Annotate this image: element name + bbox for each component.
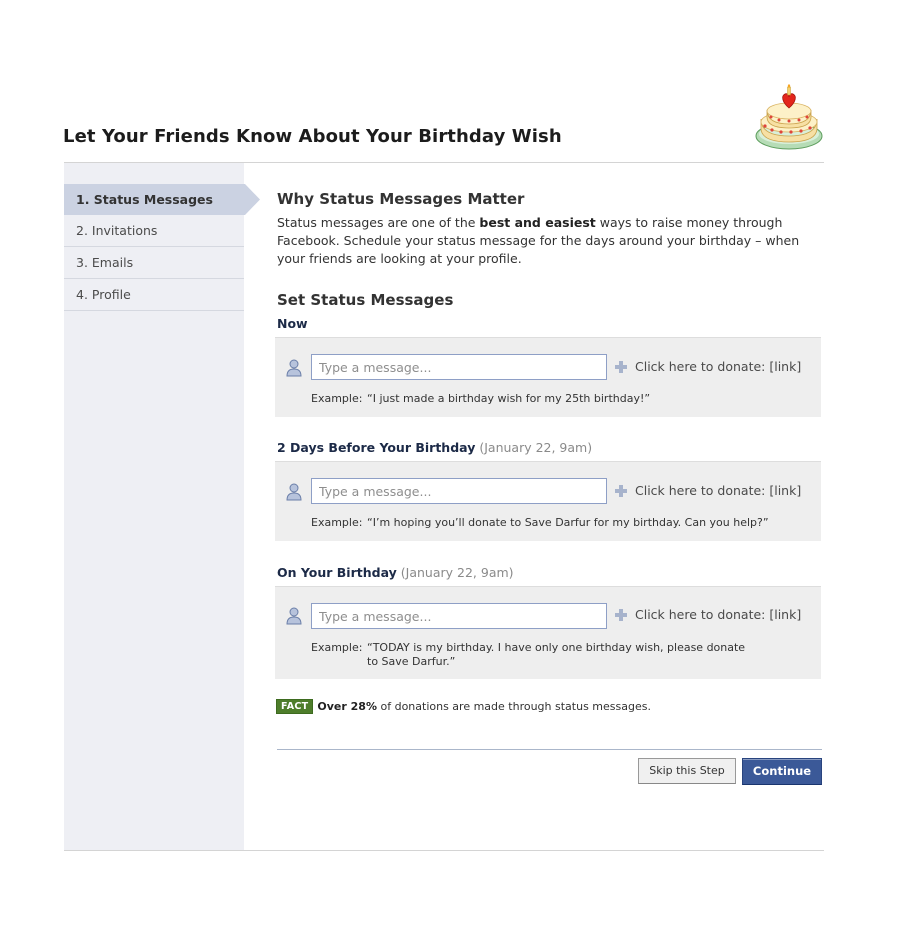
example-text: Example: “TODAY is my birthday. I have on… xyxy=(311,641,752,669)
sidebar-item-label: 4. Profile xyxy=(76,287,131,302)
section-date: (January 22, 9am) xyxy=(400,565,514,580)
section-label-text: Now xyxy=(277,316,308,331)
fact-stat: Over 28% xyxy=(317,700,377,713)
continue-button[interactable]: Continue xyxy=(742,758,822,785)
status-message-box: Click here to donate: [link] Example: “I’… xyxy=(275,461,821,541)
intro-text-part: Status messages are one of the xyxy=(277,215,480,230)
section-label-now: Now xyxy=(277,316,308,331)
section-heading: Why Status Messages Matter xyxy=(277,190,525,208)
section-date: (January 22, 9am) xyxy=(479,440,593,455)
section-label-text: 2 Days Before Your Birthday xyxy=(277,440,476,455)
sidebar-item-label: 2. Invitations xyxy=(76,223,158,238)
person-icon xyxy=(286,359,302,377)
fact-text: of donations are made through status mes… xyxy=(376,700,651,713)
footer-divider xyxy=(64,850,824,851)
donate-link-text: Click here to donate: [link] xyxy=(635,359,802,374)
sidebar-item-profile[interactable]: 4. Profile xyxy=(64,279,244,311)
example-text: Example: “I just made a birthday wish for… xyxy=(311,392,752,406)
status-message-box: Click here to donate: [link] Example: “TO… xyxy=(275,586,821,679)
section-label-birthday: On Your Birthday (January 22, 9am) xyxy=(277,565,514,580)
example-quote: “I’m hoping you’ll donate to Save Darfur… xyxy=(367,516,769,529)
status-message-input[interactable] xyxy=(311,354,607,380)
status-message-box: Click here to donate: [link] Example: “I … xyxy=(275,337,821,417)
plus-icon xyxy=(615,485,627,497)
example-label: Example: xyxy=(311,392,363,405)
birthday-cake-icon xyxy=(755,84,823,150)
person-icon xyxy=(286,483,302,501)
fact-badge: FACT xyxy=(276,699,314,714)
example-quote: “I just made a birthday wish for my 25th… xyxy=(367,392,651,405)
sidebar-item-emails[interactable]: 3. Emails xyxy=(64,247,244,279)
intro-text: Status messages are one of the best and … xyxy=(277,214,812,268)
actions-divider xyxy=(277,749,822,750)
example-label: Example: xyxy=(311,516,363,529)
sidebar-item-invitations[interactable]: 2. Invitations xyxy=(64,215,244,247)
donate-link-text: Click here to donate: [link] xyxy=(635,607,802,622)
example-quote: “TODAY is my birthday. I have only one b… xyxy=(367,641,746,668)
sidebar-item-label: 3. Emails xyxy=(76,255,134,270)
plus-icon xyxy=(615,361,627,373)
sidebar-nav: 1. Status Messages 2. Invitations 3. Ema… xyxy=(64,163,260,850)
fact-note: FACT Over 28% of donations are made throu… xyxy=(276,699,651,714)
plus-icon xyxy=(615,609,627,621)
intro-text-bold: best and easiest xyxy=(479,215,596,230)
donate-link-text: Click here to donate: [link] xyxy=(635,483,802,498)
section-label-text: On Your Birthday xyxy=(277,565,397,580)
set-status-heading: Set Status Messages xyxy=(277,291,454,309)
person-icon xyxy=(286,607,302,625)
status-message-input[interactable] xyxy=(311,478,607,504)
status-message-input[interactable] xyxy=(311,603,607,629)
example-text: Example: “I’m hoping you’ll donate to Sav… xyxy=(311,516,787,530)
section-label-before: 2 Days Before Your Birthday (January 22,… xyxy=(277,440,592,455)
example-label: Example: xyxy=(311,641,363,654)
page-title: Let Your Friends Know About Your Birthda… xyxy=(63,126,562,147)
skip-step-button[interactable]: Skip this Step xyxy=(638,758,736,784)
sidebar-item-label: 1. Status Messages xyxy=(76,192,213,207)
sidebar-item-status-messages[interactable]: 1. Status Messages xyxy=(64,184,260,215)
